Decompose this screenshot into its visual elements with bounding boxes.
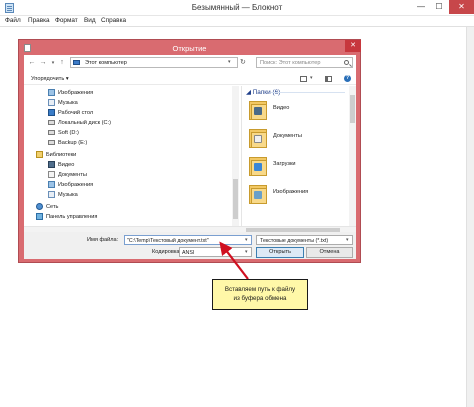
- annotation-arrow: [219, 241, 249, 280]
- callout-line-2: из буфера обмена: [233, 295, 287, 302]
- callout-line-1: Вставляем путь к файлу: [224, 286, 296, 293]
- callout-note: Вставляем путь к файлу из буфера обмена: [212, 279, 308, 310]
